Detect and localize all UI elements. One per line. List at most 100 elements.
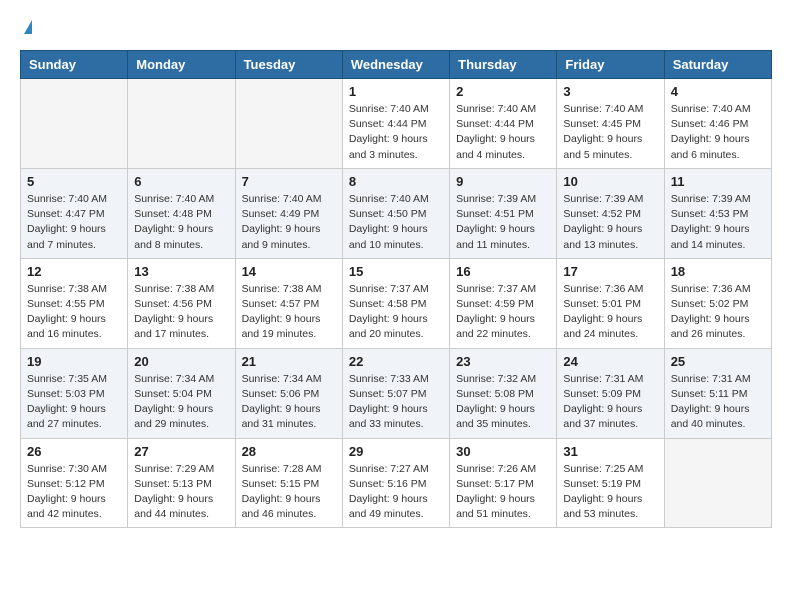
calendar-cell [21,79,128,169]
calendar-cell: 31 Sunrise: 7:25 AMSunset: 5:19 PMDayligh… [557,438,664,528]
weekday-header-tuesday: Tuesday [235,51,342,79]
calendar-cell: 30Sunrise: 7:26 AMSunset: 5:17 PMDayligh… [450,438,557,528]
day-info: Sunrise: 7:30 AMSunset: 5:12 PMDaylight:… [27,462,121,523]
calendar-cell: 24Sunrise: 7:31 AMSunset: 5:09 PMDayligh… [557,348,664,438]
calendar-cell: 26 Sunrise: 7:30 AMSunset: 5:12 PMDayligh… [21,438,128,528]
calendar-cell: 12 Sunrise: 7:38 AMSunset: 4:55 PMDayligh… [21,258,128,348]
calendar-table: SundayMondayTuesdayWednesdayThursdayFrid… [20,50,772,528]
day-number: 26 [27,444,121,459]
day-number: 28 [242,444,336,459]
day-info: Sunrise: 7:29 AMSunset: 5:13 PMDaylight:… [134,462,228,523]
day-number: 23 [456,354,550,369]
day-info: Sunrise: 7:34 AMSunset: 5:06 PMDaylight:… [242,372,336,433]
logo [20,20,32,34]
day-number: 17 [563,264,657,279]
day-info: Sunrise: 7:40 AMSunset: 4:50 PMDaylight:… [349,192,443,253]
calendar-week-3: 12 Sunrise: 7:38 AMSunset: 4:55 PMDayligh… [21,258,772,348]
calendar-cell: 25 Sunrise: 7:31 AMSunset: 5:11 PMDayligh… [664,348,771,438]
calendar-cell: 18Sunrise: 7:36 AMSunset: 5:02 PMDayligh… [664,258,771,348]
day-info: Sunrise: 7:26 AMSunset: 5:17 PMDaylight:… [456,462,550,523]
day-info: Sunrise: 7:40 AMSunset: 4:48 PMDaylight:… [134,192,228,253]
day-number: 12 [27,264,121,279]
calendar-week-2: 5Sunrise: 7:40 AMSunset: 4:47 PMDaylight… [21,168,772,258]
day-number: 20 [134,354,228,369]
day-info: Sunrise: 7:25 AMSunset: 5:19 PMDaylight:… [563,462,657,523]
calendar-week-4: 19 Sunrise: 7:35 AMSunset: 5:03 PMDayligh… [21,348,772,438]
weekday-header-friday: Friday [557,51,664,79]
day-info: Sunrise: 7:39 AMSunset: 4:52 PMDaylight:… [563,192,657,253]
day-info: Sunrise: 7:32 AMSunset: 5:08 PMDaylight:… [456,372,550,433]
calendar-week-5: 26 Sunrise: 7:30 AMSunset: 5:12 PMDayligh… [21,438,772,528]
calendar-cell: 19 Sunrise: 7:35 AMSunset: 5:03 PMDayligh… [21,348,128,438]
calendar-cell: 7 Sunrise: 7:40 AMSunset: 4:49 PMDaylight… [235,168,342,258]
day-number: 21 [242,354,336,369]
day-number: 13 [134,264,228,279]
day-number: 24 [563,354,657,369]
day-info: Sunrise: 7:40 AMSunset: 4:44 PMDaylight:… [456,102,550,163]
calendar-cell [235,79,342,169]
calendar-cell [128,79,235,169]
weekday-header-wednesday: Wednesday [342,51,449,79]
day-number: 16 [456,264,550,279]
calendar-cell: 14 Sunrise: 7:38 AMSunset: 4:57 PMDayligh… [235,258,342,348]
weekday-header-thursday: Thursday [450,51,557,79]
day-info: Sunrise: 7:40 AMSunset: 4:49 PMDaylight:… [242,192,336,253]
day-number: 22 [349,354,443,369]
day-info: Sunrise: 7:31 AMSunset: 5:11 PMDaylight:… [671,372,765,433]
calendar-cell: 5Sunrise: 7:40 AMSunset: 4:47 PMDaylight… [21,168,128,258]
day-info: Sunrise: 7:38 AMSunset: 4:55 PMDaylight:… [27,282,121,343]
day-info: Sunrise: 7:39 AMSunset: 4:53 PMDaylight:… [671,192,765,253]
day-number: 11 [671,174,765,189]
day-info: Sunrise: 7:38 AMSunset: 4:57 PMDaylight:… [242,282,336,343]
calendar-header-row: SundayMondayTuesdayWednesdayThursdayFrid… [21,51,772,79]
day-number: 4 [671,84,765,99]
day-number: 2 [456,84,550,99]
day-number: 29 [349,444,443,459]
calendar-cell: 10 Sunrise: 7:39 AMSunset: 4:52 PMDayligh… [557,168,664,258]
weekday-header-monday: Monday [128,51,235,79]
calendar-cell: 29 Sunrise: 7:27 AMSunset: 5:16 PMDayligh… [342,438,449,528]
day-number: 31 [563,444,657,459]
logo-arrow-icon [24,20,32,34]
day-info: Sunrise: 7:38 AMSunset: 4:56 PMDaylight:… [134,282,228,343]
calendar-cell: 15Sunrise: 7:37 AMSunset: 4:58 PMDayligh… [342,258,449,348]
day-info: Sunrise: 7:28 AMSunset: 5:15 PMDaylight:… [242,462,336,523]
calendar-cell: 20 Sunrise: 7:34 AMSunset: 5:04 PMDayligh… [128,348,235,438]
calendar-cell: 23 Sunrise: 7:32 AMSunset: 5:08 PMDayligh… [450,348,557,438]
day-number: 1 [349,84,443,99]
calendar-week-1: 1 Sunrise: 7:40 AMSunset: 4:44 PMDaylight… [21,79,772,169]
day-info: Sunrise: 7:33 AMSunset: 5:07 PMDaylight:… [349,372,443,433]
calendar-cell: 13 Sunrise: 7:38 AMSunset: 4:56 PMDayligh… [128,258,235,348]
day-number: 10 [563,174,657,189]
calendar-cell: 17 Sunrise: 7:36 AMSunset: 5:01 PMDayligh… [557,258,664,348]
day-number: 15 [349,264,443,279]
weekday-header-sunday: Sunday [21,51,128,79]
page-header [20,20,772,34]
calendar-cell: 3 Sunrise: 7:40 AMSunset: 4:45 PMDaylight… [557,79,664,169]
day-number: 18 [671,264,765,279]
day-info: Sunrise: 7:34 AMSunset: 5:04 PMDaylight:… [134,372,228,433]
day-number: 7 [242,174,336,189]
calendar-cell: 2 Sunrise: 7:40 AMSunset: 4:44 PMDaylight… [450,79,557,169]
calendar-cell: 4 Sunrise: 7:40 AMSunset: 4:46 PMDaylight… [664,79,771,169]
day-info: Sunrise: 7:40 AMSunset: 4:47 PMDaylight:… [27,192,121,253]
day-info: Sunrise: 7:37 AMSunset: 4:59 PMDaylight:… [456,282,550,343]
calendar-cell: 21 Sunrise: 7:34 AMSunset: 5:06 PMDayligh… [235,348,342,438]
calendar-cell: 11 Sunrise: 7:39 AMSunset: 4:53 PMDayligh… [664,168,771,258]
calendar-cell: 27 Sunrise: 7:29 AMSunset: 5:13 PMDayligh… [128,438,235,528]
day-info: Sunrise: 7:40 AMSunset: 4:46 PMDaylight:… [671,102,765,163]
day-number: 3 [563,84,657,99]
calendar-cell: 16 Sunrise: 7:37 AMSunset: 4:59 PMDayligh… [450,258,557,348]
day-number: 27 [134,444,228,459]
day-number: 25 [671,354,765,369]
calendar-cell: 9Sunrise: 7:39 AMSunset: 4:51 PMDaylight… [450,168,557,258]
day-info: Sunrise: 7:40 AMSunset: 4:45 PMDaylight:… [563,102,657,163]
day-number: 14 [242,264,336,279]
day-info: Sunrise: 7:27 AMSunset: 5:16 PMDaylight:… [349,462,443,523]
calendar-cell [664,438,771,528]
day-info: Sunrise: 7:36 AMSunset: 5:01 PMDaylight:… [563,282,657,343]
day-info: Sunrise: 7:35 AMSunset: 5:03 PMDaylight:… [27,372,121,433]
weekday-header-saturday: Saturday [664,51,771,79]
day-info: Sunrise: 7:39 AMSunset: 4:51 PMDaylight:… [456,192,550,253]
day-number: 19 [27,354,121,369]
